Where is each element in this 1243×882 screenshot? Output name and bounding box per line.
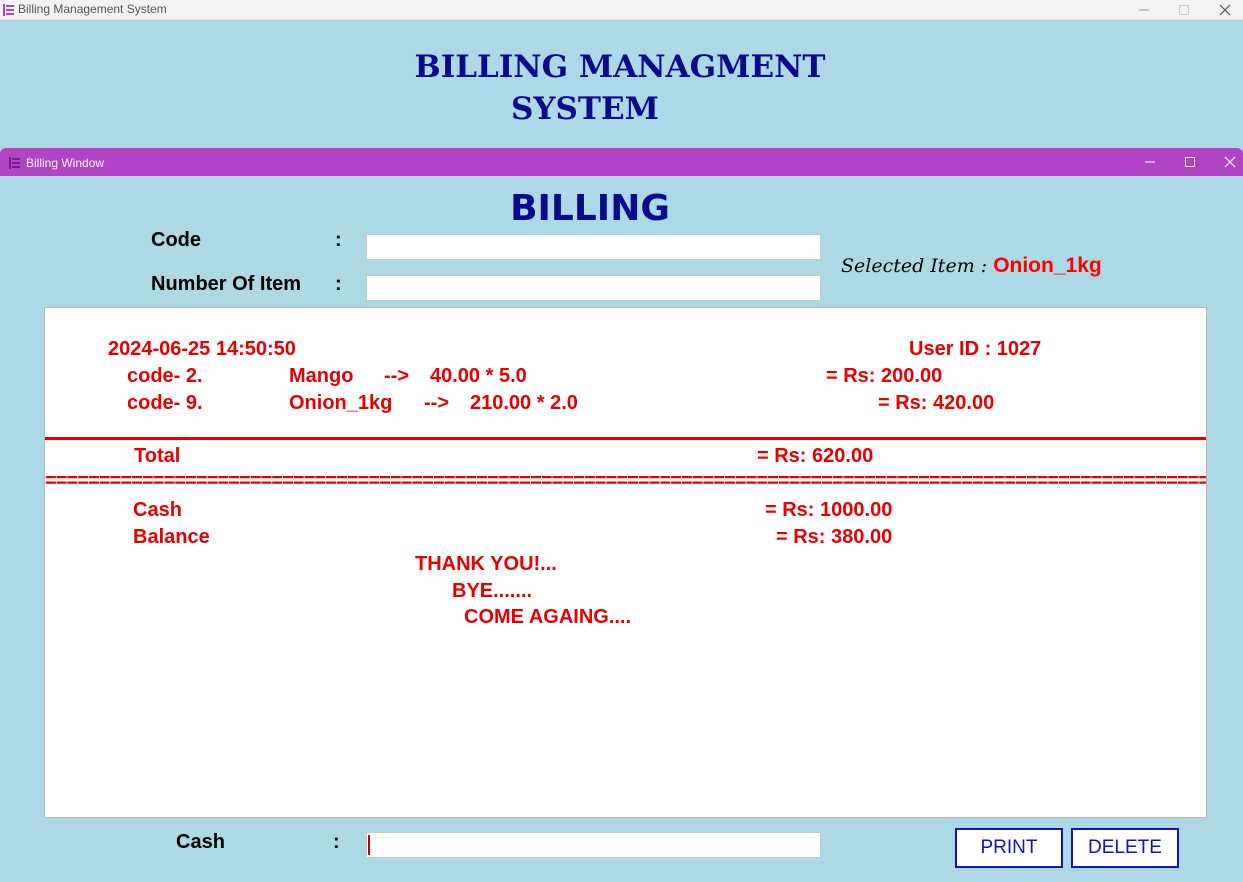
selected-item-display: Selected Item : Onion_1kg [841,254,1102,278]
print-button[interactable]: PRINT [955,828,1063,868]
system-heading-line2: SYSTEM [511,91,659,127]
receipt-separator: ========================================… [45,470,1206,492]
code-colon: : [335,229,342,251]
receipt-datetime: 2024-06-25 14:50:50 [108,338,296,360]
receipt-area[interactable]: 2024-06-25 14:50:50 User ID : 1027 code-… [44,307,1207,818]
code-label: Code [151,229,201,251]
cash-label: Cash [133,499,182,521]
maximize-icon[interactable] [1164,0,1204,19]
text-caret [368,835,370,855]
billing-heading: BILLING [510,188,670,229]
billing-maximize-icon[interactable] [1170,148,1210,176]
item-name: Onion_1kg [289,392,393,414]
number-of-item-input[interactable] [366,275,821,301]
selected-item-label: Selected Item : [841,255,994,277]
total-label: Total [134,445,181,467]
thank-you-text: THANK YOU!... [415,553,557,575]
total-value: = Rs: 620.00 [757,445,874,467]
minimize-icon[interactable] [1124,0,1164,19]
selected-item-value: Onion_1kg [993,254,1102,277]
receipt-user-id: User ID : 1027 [909,338,1042,360]
billing-close-icon[interactable] [1210,148,1243,176]
billing-window: Billing Window BILLING Code : Number Of … [0,148,1243,882]
item-name: Mango [289,365,354,387]
number-colon: : [335,273,342,295]
item-arrow: --> [384,365,409,387]
cash-value: = Rs: 1000.00 [765,499,893,521]
cash-input[interactable] [366,832,821,858]
close-icon[interactable] [1205,0,1243,19]
outer-title-bar: Billing Management System [0,0,1243,20]
item-code: code- 2. [127,365,203,387]
item-amount: = Rs: 420.00 [878,392,995,414]
item-calc: 210.00 * 2.0 [470,392,578,414]
delete-button[interactable]: DELETE [1071,828,1179,868]
billing-window-title: Billing Window [26,156,105,170]
balance-value: = Rs: 380.00 [776,526,893,548]
bye-text: BYE....... [452,580,533,602]
item-calc: 40.00 * 5.0 [430,365,527,387]
outer-window-title: Billing Management System [18,2,167,16]
number-of-item-label: Number Of Item [151,273,302,295]
billing-window-title-bar: Billing Window [0,148,1243,176]
balance-label: Balance [133,526,210,548]
billing-app-icon [9,156,20,169]
come-again-text: COME AGAING.... [464,606,632,628]
billing-minimize-icon[interactable] [1130,148,1170,176]
system-heading-line1: BILLING MANAGMENT [414,49,826,85]
item-amount: = Rs: 200.00 [826,365,943,387]
system-heading: BILLING MANAGMENT SYSTEM [380,46,860,130]
app-icon [3,3,14,16]
cash-input-label: Cash [176,831,225,853]
item-code: code- 9. [127,392,203,414]
code-input[interactable] [366,234,821,260]
item-arrow: --> [424,392,449,414]
receipt-divider [45,437,1206,440]
cash-colon: : [333,831,340,853]
